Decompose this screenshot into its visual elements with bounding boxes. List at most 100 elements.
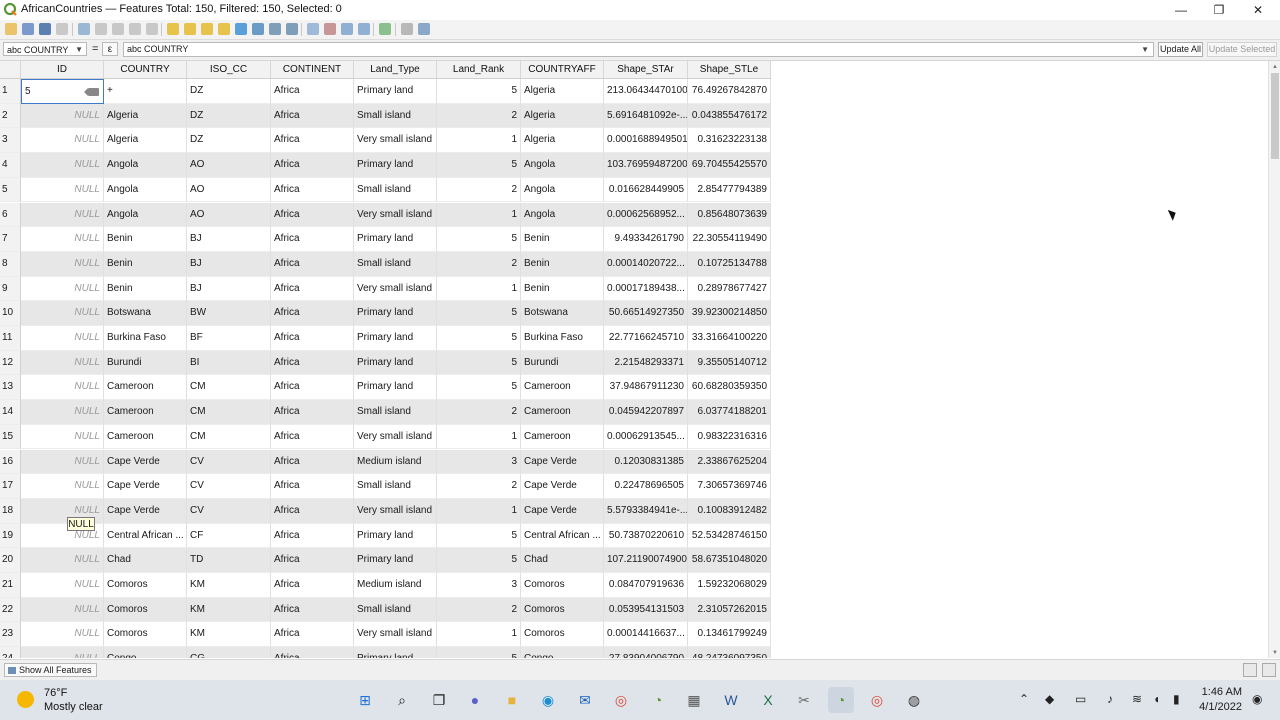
cell-shape-star[interactable]: 50.73870220610 [604, 523, 688, 549]
cell-continent[interactable]: Africa [271, 350, 354, 376]
cell-land-rank[interactable]: 1 [437, 128, 521, 154]
table-row[interactable]: 19 NULL Central African ... CF Africa Primary… [0, 523, 771, 549]
mail-icon[interactable]: ✉ [572, 687, 598, 713]
table-row[interactable]: 1 5 + DZ Africa Primary land 5 Algeria 213.06434… [0, 79, 771, 104]
cell-shape-star[interactable]: 0.00014416637... [604, 622, 688, 648]
dock-icon[interactable] [401, 23, 413, 35]
cell-id[interactable]: NULL [21, 153, 104, 178]
cell-continent[interactable]: Africa [271, 103, 354, 129]
cell-iso-cc[interactable]: KM [187, 622, 271, 648]
cell-id[interactable]: NULL [21, 177, 104, 203]
obs-icon[interactable]: ◍ [901, 687, 927, 713]
cell-shape-star[interactable]: 103.76959487200 [604, 153, 688, 178]
cell-id[interactable]: NULL [21, 276, 104, 302]
cell-id[interactable]: 5 [21, 79, 104, 104]
cell-land-type[interactable]: Primary land [354, 350, 437, 376]
cell-continent[interactable]: Africa [271, 622, 354, 648]
cell-iso-cc[interactable]: KM [187, 597, 271, 623]
row-number[interactable]: 17 [0, 474, 21, 499]
search-icon[interactable]: ⌕ [389, 687, 415, 713]
cell-country[interactable]: Comoros [104, 622, 187, 648]
table-row[interactable]: 9 NULL Benin BJ Africa Very small island 1 Beni… [0, 276, 771, 302]
table-row[interactable]: 22 NULL Comoros KM Africa Small island 2 Comoro… [0, 597, 771, 623]
row-number[interactable]: 16 [0, 449, 21, 475]
cell-id[interactable]: NULL [21, 400, 104, 425]
cell-land-type[interactable]: Primary land [354, 326, 437, 351]
cell-id[interactable]: NULL [21, 128, 104, 154]
cell-land-type[interactable]: Medium island [354, 573, 437, 598]
cell-countryaff[interactable]: Congo [521, 647, 604, 658]
cell-country[interactable]: Cameroon [104, 424, 187, 450]
column-header-id[interactable]: ID [21, 61, 104, 78]
row-number[interactable]: 24 [0, 647, 21, 658]
cell-shape-star[interactable]: 50.66514927350 [604, 301, 688, 326]
cell-id[interactable]: NULL [21, 597, 104, 623]
table-row[interactable]: 13 NULL Cameroon CM Africa Primary land 5 Camer… [0, 375, 771, 401]
expression-builder-button[interactable]: ε [102, 42, 118, 56]
cell-land-rank[interactable]: 2 [437, 400, 521, 425]
cell-shape-star[interactable]: 0.00062913545... [604, 424, 688, 450]
cell-shape-star[interactable]: 0.016628449905 [604, 177, 688, 203]
teams-chat-icon[interactable]: ● [462, 687, 488, 713]
cell-shape-star[interactable]: 5.6916481092e-... [604, 103, 688, 129]
column-header-countryaff[interactable]: COUNTRYAFF [521, 61, 604, 78]
cell-country[interactable]: + [104, 79, 187, 104]
delete-feature-icon[interactable] [95, 23, 107, 35]
cell-shape-stle[interactable]: 2.85477794389 [688, 177, 771, 203]
cell-land-rank[interactable]: 5 [437, 301, 521, 326]
cell-countryaff[interactable]: Cape Verde [521, 498, 604, 524]
row-number[interactable]: 2 [0, 103, 21, 129]
snipping-tool-icon[interactable]: ✂ [791, 687, 817, 713]
row-number[interactable]: 5 [0, 177, 21, 203]
cell-id[interactable]: NULL [21, 573, 104, 598]
select-all-icon[interactable] [184, 23, 196, 35]
table-row[interactable]: 11 NULL Burkina Faso BF Africa Primary land 5 B… [0, 326, 771, 351]
cell-country[interactable]: Benin [104, 227, 187, 252]
cell-shape-stle[interactable]: 1.59232068029 [688, 573, 771, 598]
cell-iso-cc[interactable]: AO [187, 177, 271, 203]
cell-countryaff[interactable]: Cameroon [521, 424, 604, 450]
row-number[interactable]: 23 [0, 622, 21, 648]
table-row[interactable]: 4 NULL Angola AO Africa Primary land 5 Angola 10… [0, 153, 771, 178]
cell-continent[interactable]: Africa [271, 202, 354, 228]
qgis-taskbar-icon[interactable]: ◔ [645, 687, 671, 713]
cell-id[interactable]: NULL [21, 474, 104, 499]
column-header-land-type[interactable]: Land_Type [354, 61, 437, 78]
cell-continent[interactable]: Africa [271, 424, 354, 450]
cell-land-rank[interactable]: 5 [437, 227, 521, 252]
cell-iso-cc[interactable]: CV [187, 498, 271, 524]
add-feature-icon[interactable] [78, 23, 90, 35]
cell-shape-stle[interactable]: 22.30554119490 [688, 227, 771, 252]
cell-continent[interactable]: Africa [271, 153, 354, 178]
volume-icon[interactable]: ◖ [1153, 692, 1160, 706]
cell-shape-star[interactable]: 213.06434470100 [604, 79, 688, 104]
cell-countryaff[interactable]: Algeria [521, 79, 604, 104]
cell-shape-star[interactable]: 0.22478696505 [604, 474, 688, 499]
cell-continent[interactable]: Africa [271, 251, 354, 277]
cell-land-type[interactable]: Very small island [354, 498, 437, 524]
cell-continent[interactable]: Africa [271, 597, 354, 623]
clock-time[interactable]: 1:46 AM [1198, 686, 1242, 698]
cell-continent[interactable]: Africa [271, 523, 354, 549]
keyboard-icon[interactable]: ▭ [1075, 692, 1086, 706]
table-row[interactable]: 10 NULL Botswana BW Africa Primary land 5 Botsw… [0, 301, 771, 326]
cell-continent[interactable]: Africa [271, 375, 354, 401]
cut-icon[interactable] [112, 23, 124, 35]
cell-iso-cc[interactable]: BF [187, 326, 271, 351]
cell-land-type[interactable]: Primary land [354, 375, 437, 401]
cell-land-rank[interactable]: 1 [437, 424, 521, 450]
cell-country[interactable]: Cape Verde [104, 498, 187, 524]
row-number[interactable]: 14 [0, 400, 21, 425]
field-select[interactable]: abc COUNTRY ▼ [3, 42, 87, 56]
cell-land-rank[interactable]: 5 [437, 350, 521, 376]
word-icon[interactable]: W [718, 687, 744, 713]
file-explorer-icon[interactable]: ■ [499, 687, 525, 713]
cell-shape-stle[interactable]: 0.10725134788 [688, 251, 771, 277]
table-row[interactable]: 8 NULL Benin BJ Africa Small island 2 Benin 0.00… [0, 251, 771, 277]
cell-shape-stle[interactable]: 0.10083912482 [688, 498, 771, 524]
cell-land-rank[interactable]: 5 [437, 548, 521, 573]
cell-shape-stle[interactable]: 33.31664100220 [688, 326, 771, 351]
cell-id[interactable]: NULL [21, 227, 104, 252]
cell-countryaff[interactable]: Cameroon [521, 375, 604, 401]
table-row[interactable]: 3 NULL Algeria DZ Africa Very small island 1 Al… [0, 128, 771, 154]
